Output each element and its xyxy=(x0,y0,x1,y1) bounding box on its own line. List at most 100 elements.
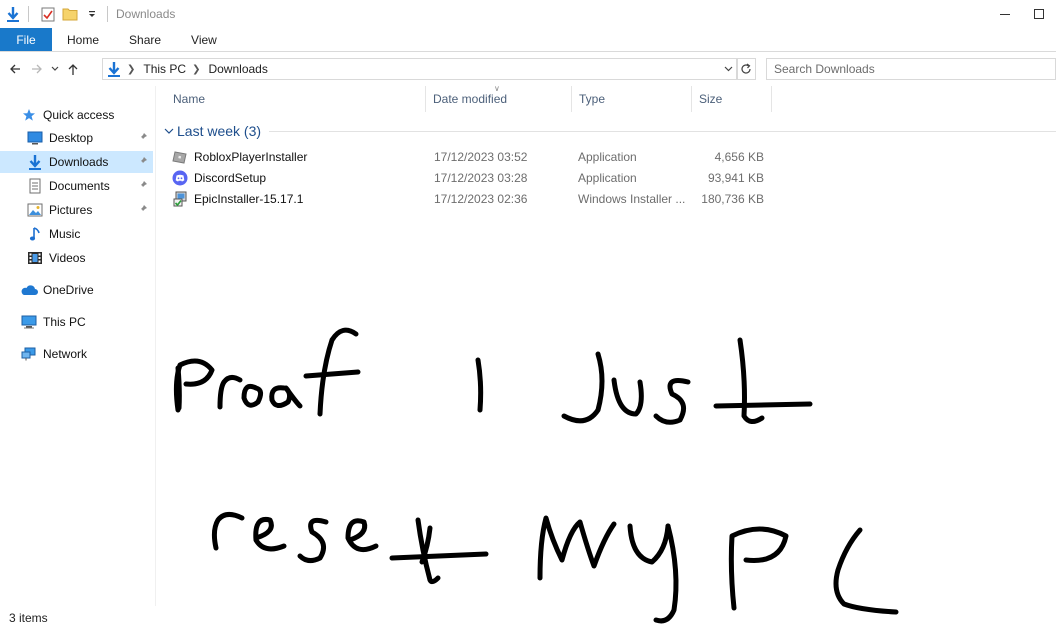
sidebar-item-downloads[interactable]: Downloads xyxy=(0,151,153,173)
file-size: 4,656 KB xyxy=(714,149,764,164)
sidebar-item-documents[interactable]: Documents xyxy=(0,175,153,197)
downloads-location-icon xyxy=(107,61,121,77)
roblox-installer-icon xyxy=(172,149,188,165)
desktop-icon xyxy=(26,130,44,146)
sidebar-item-this-pc[interactable]: This PC xyxy=(0,311,153,333)
navigation-bar: ❯ This PC ❯ Downloads xyxy=(0,56,1056,82)
file-type: Application xyxy=(578,149,637,164)
tab-home[interactable]: Home xyxy=(52,28,114,51)
download-arrow-icon[interactable] xyxy=(4,5,22,23)
properties-icon[interactable] xyxy=(39,5,57,23)
sidebar-item-desktop[interactable]: Desktop xyxy=(0,127,153,149)
maximize-button[interactable] xyxy=(1022,0,1056,28)
column-header-name[interactable]: Name xyxy=(166,86,426,112)
up-button[interactable] xyxy=(62,58,84,80)
title-bar: Downloads xyxy=(0,0,1056,28)
pin-icon[interactable] xyxy=(137,155,149,167)
file-date-modified: 17/12/2023 02:36 xyxy=(434,191,528,206)
maximize-icon xyxy=(1034,9,1044,19)
sidebar-item-quick-access[interactable]: Quick access xyxy=(0,104,153,126)
file-name: DiscordSetup xyxy=(194,170,267,185)
file-size: 180,736 KB xyxy=(701,191,764,206)
music-icon xyxy=(26,226,44,242)
breadcrumb-this-pc[interactable]: This PC xyxy=(143,62,186,76)
sidebar-item-network[interactable]: Network xyxy=(0,343,153,365)
back-button[interactable] xyxy=(4,58,26,80)
pane-divider[interactable] xyxy=(155,86,156,606)
column-header-label: Type xyxy=(579,92,606,106)
column-header-type[interactable]: Type xyxy=(572,86,692,112)
onedrive-cloud-icon xyxy=(20,282,38,298)
tab-file[interactable]: File xyxy=(0,28,52,51)
tab-share[interactable]: Share xyxy=(114,28,176,51)
pin-icon[interactable] xyxy=(137,179,149,191)
file-row[interactable]: EpicInstaller-15.17.1 17/12/2023 02:36 W… xyxy=(166,188,776,209)
sidebar-item-label: Quick access xyxy=(43,108,115,122)
chevron-down-icon xyxy=(724,66,732,72)
sidebar-item-videos[interactable]: Videos xyxy=(0,247,153,269)
sidebar-item-label: Desktop xyxy=(49,131,94,145)
toolbar-divider xyxy=(28,6,29,22)
customize-dropdown-icon[interactable] xyxy=(83,5,101,23)
sidebar-item-label: Downloads xyxy=(49,155,109,169)
forward-arrow-icon xyxy=(32,64,42,74)
nav-buttons xyxy=(0,56,84,82)
refresh-button[interactable] xyxy=(736,58,756,80)
network-icon xyxy=(20,346,38,362)
file-size: 93,941 KB xyxy=(707,170,764,185)
sidebar-item-label: Videos xyxy=(49,251,86,265)
sidebar-item-label: This PC xyxy=(43,315,86,329)
navigation-pane: Quick access Desktop Downloads Documents… xyxy=(0,96,156,596)
address-bar[interactable]: ❯ This PC ❯ Downloads xyxy=(102,58,738,80)
search-box[interactable] xyxy=(766,58,1056,80)
handwritten-scribble xyxy=(173,327,899,624)
column-header-size[interactable]: Size xyxy=(692,86,772,112)
pictures-icon xyxy=(26,202,44,218)
minimize-icon xyxy=(1000,13,1010,15)
sidebar-item-music[interactable]: Music xyxy=(0,223,153,245)
forward-button[interactable] xyxy=(26,58,48,80)
window-controls xyxy=(988,0,1056,28)
window-title: Downloads xyxy=(116,7,176,21)
breadcrumb-chevron-icon[interactable]: ❯ xyxy=(127,64,135,75)
tab-view[interactable]: View xyxy=(176,28,232,51)
file-row[interactable]: RobloxPlayerInstaller 17/12/2023 03:52 A… xyxy=(166,146,776,167)
group-header-last-week[interactable]: Last week (3) xyxy=(162,121,1056,141)
sidebar-item-label: Documents xyxy=(49,179,110,193)
chevron-down-icon[interactable] xyxy=(162,128,176,135)
pin-icon[interactable] xyxy=(137,203,149,215)
group-divider xyxy=(269,130,1056,132)
file-row[interactable]: DiscordSetup 17/12/2023 03:28 Applicatio… xyxy=(166,167,776,188)
sidebar-item-onedrive[interactable]: OneDrive xyxy=(0,279,153,301)
column-headers: Name ∨ Date modified Type Size xyxy=(166,84,776,112)
sidebar-item-pictures[interactable]: Pictures xyxy=(0,199,153,221)
ribbon-tabs: File Home Share View xyxy=(0,28,1056,52)
file-type: Application xyxy=(578,170,637,185)
status-bar: 3 items xyxy=(0,607,160,629)
file-type: Windows Installer ... xyxy=(578,191,686,206)
pin-icon[interactable] xyxy=(137,131,149,143)
star-icon xyxy=(20,107,38,123)
item-count: 3 items xyxy=(9,611,48,625)
toolbar-divider xyxy=(107,6,108,22)
breadcrumb-chevron-icon[interactable]: ❯ xyxy=(192,64,200,75)
downloads-icon xyxy=(26,154,44,170)
minimize-button[interactable] xyxy=(988,0,1022,28)
file-name: RobloxPlayerInstaller xyxy=(194,149,308,164)
group-label: Last week (3) xyxy=(177,123,262,139)
recent-locations-button[interactable] xyxy=(48,58,62,80)
file-name: EpicInstaller-15.17.1 xyxy=(194,191,304,206)
up-arrow-icon xyxy=(68,63,78,75)
videos-icon xyxy=(26,250,44,266)
sidebar-item-label: Network xyxy=(43,347,88,361)
address-history-dropdown[interactable] xyxy=(721,61,735,77)
sidebar-item-label: Pictures xyxy=(49,203,93,217)
sort-descending-icon: ∨ xyxy=(494,84,500,93)
breadcrumb-downloads[interactable]: Downloads xyxy=(208,62,267,76)
file-date-modified: 17/12/2023 03:28 xyxy=(434,170,528,185)
windows-installer-icon xyxy=(172,191,188,207)
search-input[interactable] xyxy=(774,62,1055,76)
new-folder-icon[interactable] xyxy=(61,5,79,23)
documents-icon xyxy=(26,178,44,194)
column-header-date-modified[interactable]: ∨ Date modified xyxy=(426,84,572,112)
